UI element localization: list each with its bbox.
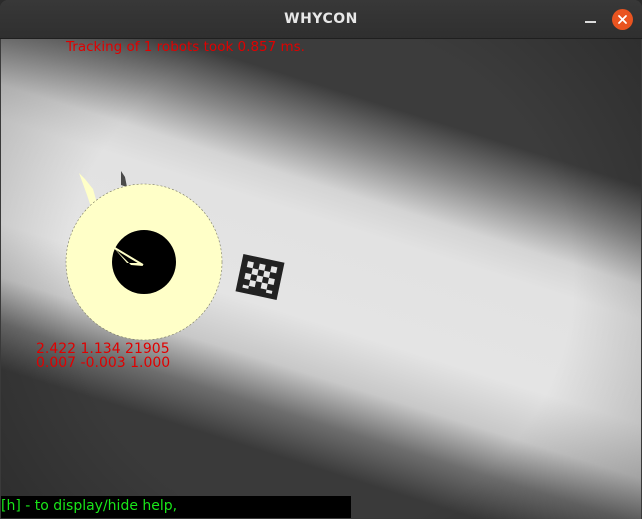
marker-readout: 2.422 1.134 21905 0.007 -0.003 1.000	[36, 342, 170, 370]
minimize-icon	[585, 21, 596, 23]
close-icon	[618, 15, 627, 24]
tracking-status-text: Tracking of 1 robots took 0.857 ms.	[66, 39, 305, 55]
help-bar: [h] - to display/hide help,	[1, 496, 351, 518]
marker-rotation-text: 0.007 -0.003 1.000	[36, 355, 171, 371]
title-bar[interactable]: WHYCON	[0, 0, 642, 39]
minimize-button[interactable]	[580, 9, 602, 31]
window-title: WHYCON	[284, 11, 358, 27]
marker-inner-disc	[112, 230, 176, 294]
camera-frame	[1, 39, 641, 519]
marker-position-text: 2.422 1.134 21905	[36, 341, 170, 357]
camera-view[interactable]: Tracking of 1 robots took 0.857 ms. 2.42…	[1, 39, 641, 519]
whycon-window: WHYCON Tracking of 1 robots took 0.857 m…	[0, 0, 642, 519]
close-button[interactable]	[612, 9, 633, 30]
help-hint-text: [h] - to display/hide help,	[1, 498, 178, 514]
